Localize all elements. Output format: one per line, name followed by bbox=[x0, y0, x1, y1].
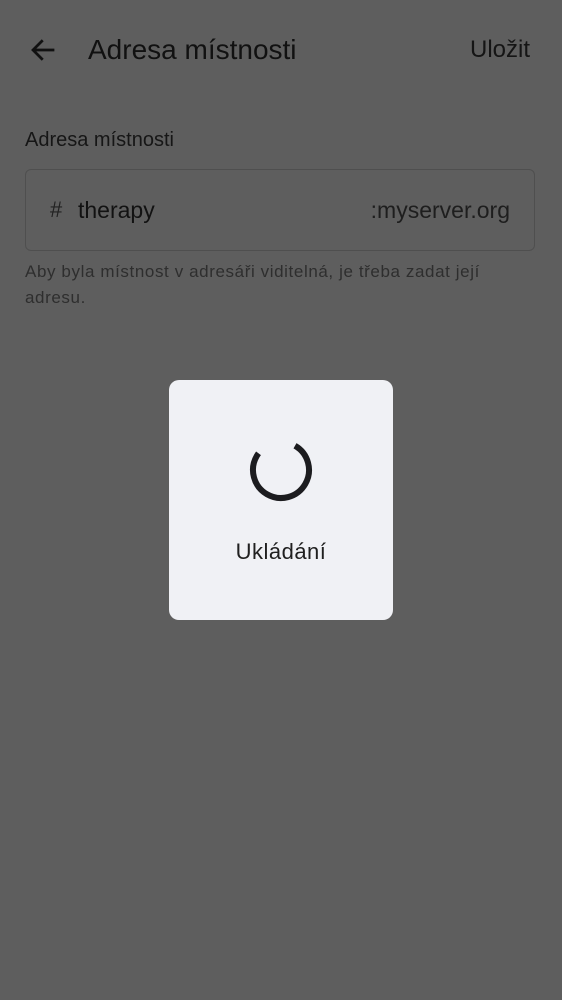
server-suffix: :myserver.org bbox=[370, 197, 510, 223]
save-button[interactable]: Uložit bbox=[470, 32, 530, 68]
address-input[interactable]: therapy bbox=[78, 170, 338, 250]
saving-message: Ukládání bbox=[235, 539, 327, 564]
room-address-screen: Adresa místnosti Uložit Adresa místnosti… bbox=[0, 0, 562, 1000]
page-title: Adresa místnosti bbox=[88, 34, 297, 65]
arrow-back-icon bbox=[31, 39, 55, 61]
address-field[interactable]: # therapy :myserver.org bbox=[25, 169, 535, 251]
spinner-icon bbox=[250, 439, 312, 502]
hash-prefix: # bbox=[50, 197, 63, 222]
top-app-bar: Adresa místnosti Uložit bbox=[0, 0, 562, 100]
address-helper-text: Aby byla místnost v adresáři viditelná, … bbox=[25, 262, 480, 307]
saving-dialog: Ukládání bbox=[169, 380, 393, 620]
back-button[interactable] bbox=[22, 29, 64, 71]
address-field-label: Adresa místnosti bbox=[25, 129, 174, 151]
